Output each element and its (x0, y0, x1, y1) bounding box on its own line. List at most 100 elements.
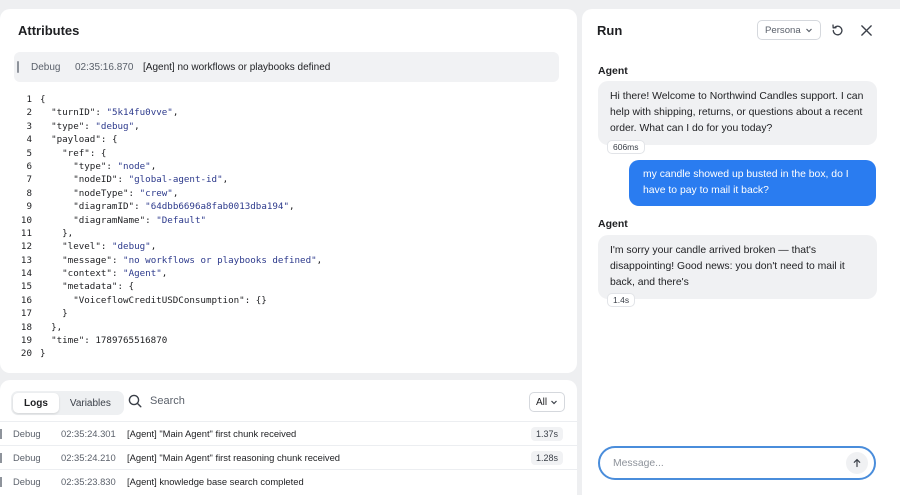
code-line: 5 "ref": { (14, 147, 322, 160)
refresh-icon (831, 23, 843, 35)
line-number: 8 (26, 187, 32, 199)
tab-variables[interactable]: Variables (59, 393, 122, 413)
code-line: 20} (14, 347, 322, 360)
log-row[interactable]: Debug 02:35:23.830 [Agent] knowledge bas… (0, 469, 577, 493)
message-sender: Agent (598, 65, 628, 77)
code-line: 1{ (14, 93, 322, 106)
code-text: "type": "debug", (51, 120, 140, 132)
code-text: "diagramName": "Default" (73, 214, 207, 226)
code-line: 7 "nodeID": "global-agent-id", (14, 173, 322, 186)
line-number: 4 (26, 134, 32, 146)
line-number: 1 (26, 94, 32, 105)
line-number: 12 (20, 241, 32, 253)
code-text: "level": "debug", (62, 241, 157, 253)
attributes-panel: Attributes Debug 02:35:16.870 [Agent] no… (0, 9, 577, 373)
log-timestamp: 02:35:23.830 (61, 476, 116, 487)
level-filter-select[interactable]: All (529, 392, 565, 412)
close-button[interactable] (857, 21, 875, 39)
log-level: Debug (13, 428, 41, 439)
chevron-down-icon (551, 400, 557, 405)
code-text: "VoiceflowCreditUSDConsumption": {} (73, 294, 267, 306)
code-line: 4 "payload": { (14, 133, 322, 146)
log-level: Debug (13, 476, 41, 487)
agent-message-bubble: Hi there! Welcome to Northwind Candles s… (598, 81, 877, 145)
run-panel: Run Persona Agent Hi there! Welcome to N… (582, 9, 900, 495)
latency-badge: 606ms (607, 140, 645, 154)
code-line: 18 }, (14, 321, 322, 334)
line-number: 15 (20, 281, 32, 293)
code-text: "time": 1789765516870 (51, 335, 168, 347)
logs-search[interactable]: Search (128, 394, 185, 408)
line-number: 5 (26, 147, 32, 159)
code-text: "type": "node", (73, 160, 157, 172)
code-line: 11 }, (14, 227, 322, 240)
line-number: 14 (20, 268, 32, 280)
line-number: 18 (20, 321, 32, 333)
log-rows: Debug 02:35:24.301 [Agent] "Main Agent" … (0, 421, 577, 493)
code-line: 13 "message": "no workflows or playbooks… (14, 254, 322, 267)
code-text: { (40, 94, 46, 105)
line-number: 11 (20, 227, 32, 239)
search-input[interactable]: Search (150, 395, 185, 407)
code-text: }, (40, 227, 74, 239)
message-input-placeholder[interactable]: Message... (613, 458, 846, 469)
log-duration-badge: 1.28s (530, 450, 563, 465)
filter-value: All (535, 396, 548, 408)
code-text: "metadata": { (62, 281, 135, 293)
send-arrow-icon (853, 458, 861, 468)
line-number: 10 (20, 214, 32, 226)
log-message: [Agent] "Main Agent" first reasoning chu… (127, 452, 341, 463)
code-line: 6 "type": "node", (14, 160, 322, 173)
send-button[interactable] (846, 452, 868, 474)
logs-panel: Logs Variables Search All Debug 02:35:24… (0, 380, 577, 495)
log-message: [Agent] "Main Agent" first chunk receive… (127, 428, 297, 439)
code-text: "context": "Agent", (62, 268, 168, 280)
banner-timestamp: 02:35:16.870 (75, 61, 134, 73)
code-text: } (40, 308, 68, 320)
code-text: "payload": { (51, 134, 118, 146)
reset-button[interactable] (828, 21, 846, 39)
banner-message: [Agent] no workflows or playbooks define… (143, 61, 331, 73)
code-line: 12 "level": "debug", (14, 240, 322, 253)
code-text: "nodeID": "global-agent-id", (73, 174, 229, 186)
agent-message-bubble: I'm sorry your candle arrived broken — t… (598, 235, 877, 299)
attributes-title: Attributes (18, 23, 80, 38)
chevron-down-icon (805, 28, 812, 33)
code-line: 8 "nodeType": "crew", (14, 187, 322, 200)
code-line: 10 "diagramName": "Default" (14, 214, 322, 227)
code-text: "message": "no workflows or playbooks de… (62, 254, 323, 266)
line-number: 3 (26, 120, 32, 132)
log-level-indicator (0, 429, 2, 439)
log-row[interactable]: Debug 02:35:24.301 [Agent] "Main Agent" … (0, 421, 577, 445)
line-number: 13 (20, 254, 32, 266)
logs-tab-group: Logs Variables (11, 391, 124, 415)
code-line: 16 "VoiceflowCreditUSDConsumption": {} (14, 294, 322, 307)
line-number: 17 (20, 308, 32, 320)
persona-select[interactable]: Persona (757, 20, 821, 40)
message-input[interactable]: Message... (598, 446, 876, 480)
log-level-indicator (17, 61, 19, 73)
log-level: Debug (13, 452, 41, 463)
tab-logs[interactable]: Logs (13, 393, 59, 413)
code-line: 2 "turnID": "5k14fu0vve", (14, 106, 322, 119)
log-timestamp: 02:35:24.301 (61, 428, 116, 439)
message-sender: Agent (598, 218, 628, 230)
line-number: 2 (26, 107, 32, 119)
log-row[interactable]: Debug 02:35:24.210 [Agent] "Main Agent" … (0, 445, 577, 469)
log-duration-badge: 1.37s (530, 426, 563, 441)
banner-level: Debug (31, 61, 61, 73)
line-number: 9 (26, 201, 32, 213)
code-line: 9 "diagramID": "64dbb6696a8fab0013dba194… (14, 200, 322, 213)
line-number: 6 (26, 160, 32, 172)
line-number: 16 (20, 294, 32, 306)
selected-log-banner: Debug 02:35:16.870 [Agent] no workflows … (14, 52, 559, 82)
code-line: 19 "time": 1789765516870 (14, 334, 322, 347)
run-title: Run (597, 23, 623, 38)
code-text: "ref": { (62, 147, 107, 159)
code-text: "nodeType": "crew", (73, 187, 179, 199)
json-code-viewer[interactable]: 1{2 "turnID": "5k14fu0vve", 3 "type": "de… (14, 93, 322, 361)
line-number: 7 (26, 174, 32, 186)
log-level-indicator (0, 477, 2, 487)
code-line: 17 } (14, 307, 322, 320)
log-timestamp: 02:35:24.210 (61, 452, 116, 463)
